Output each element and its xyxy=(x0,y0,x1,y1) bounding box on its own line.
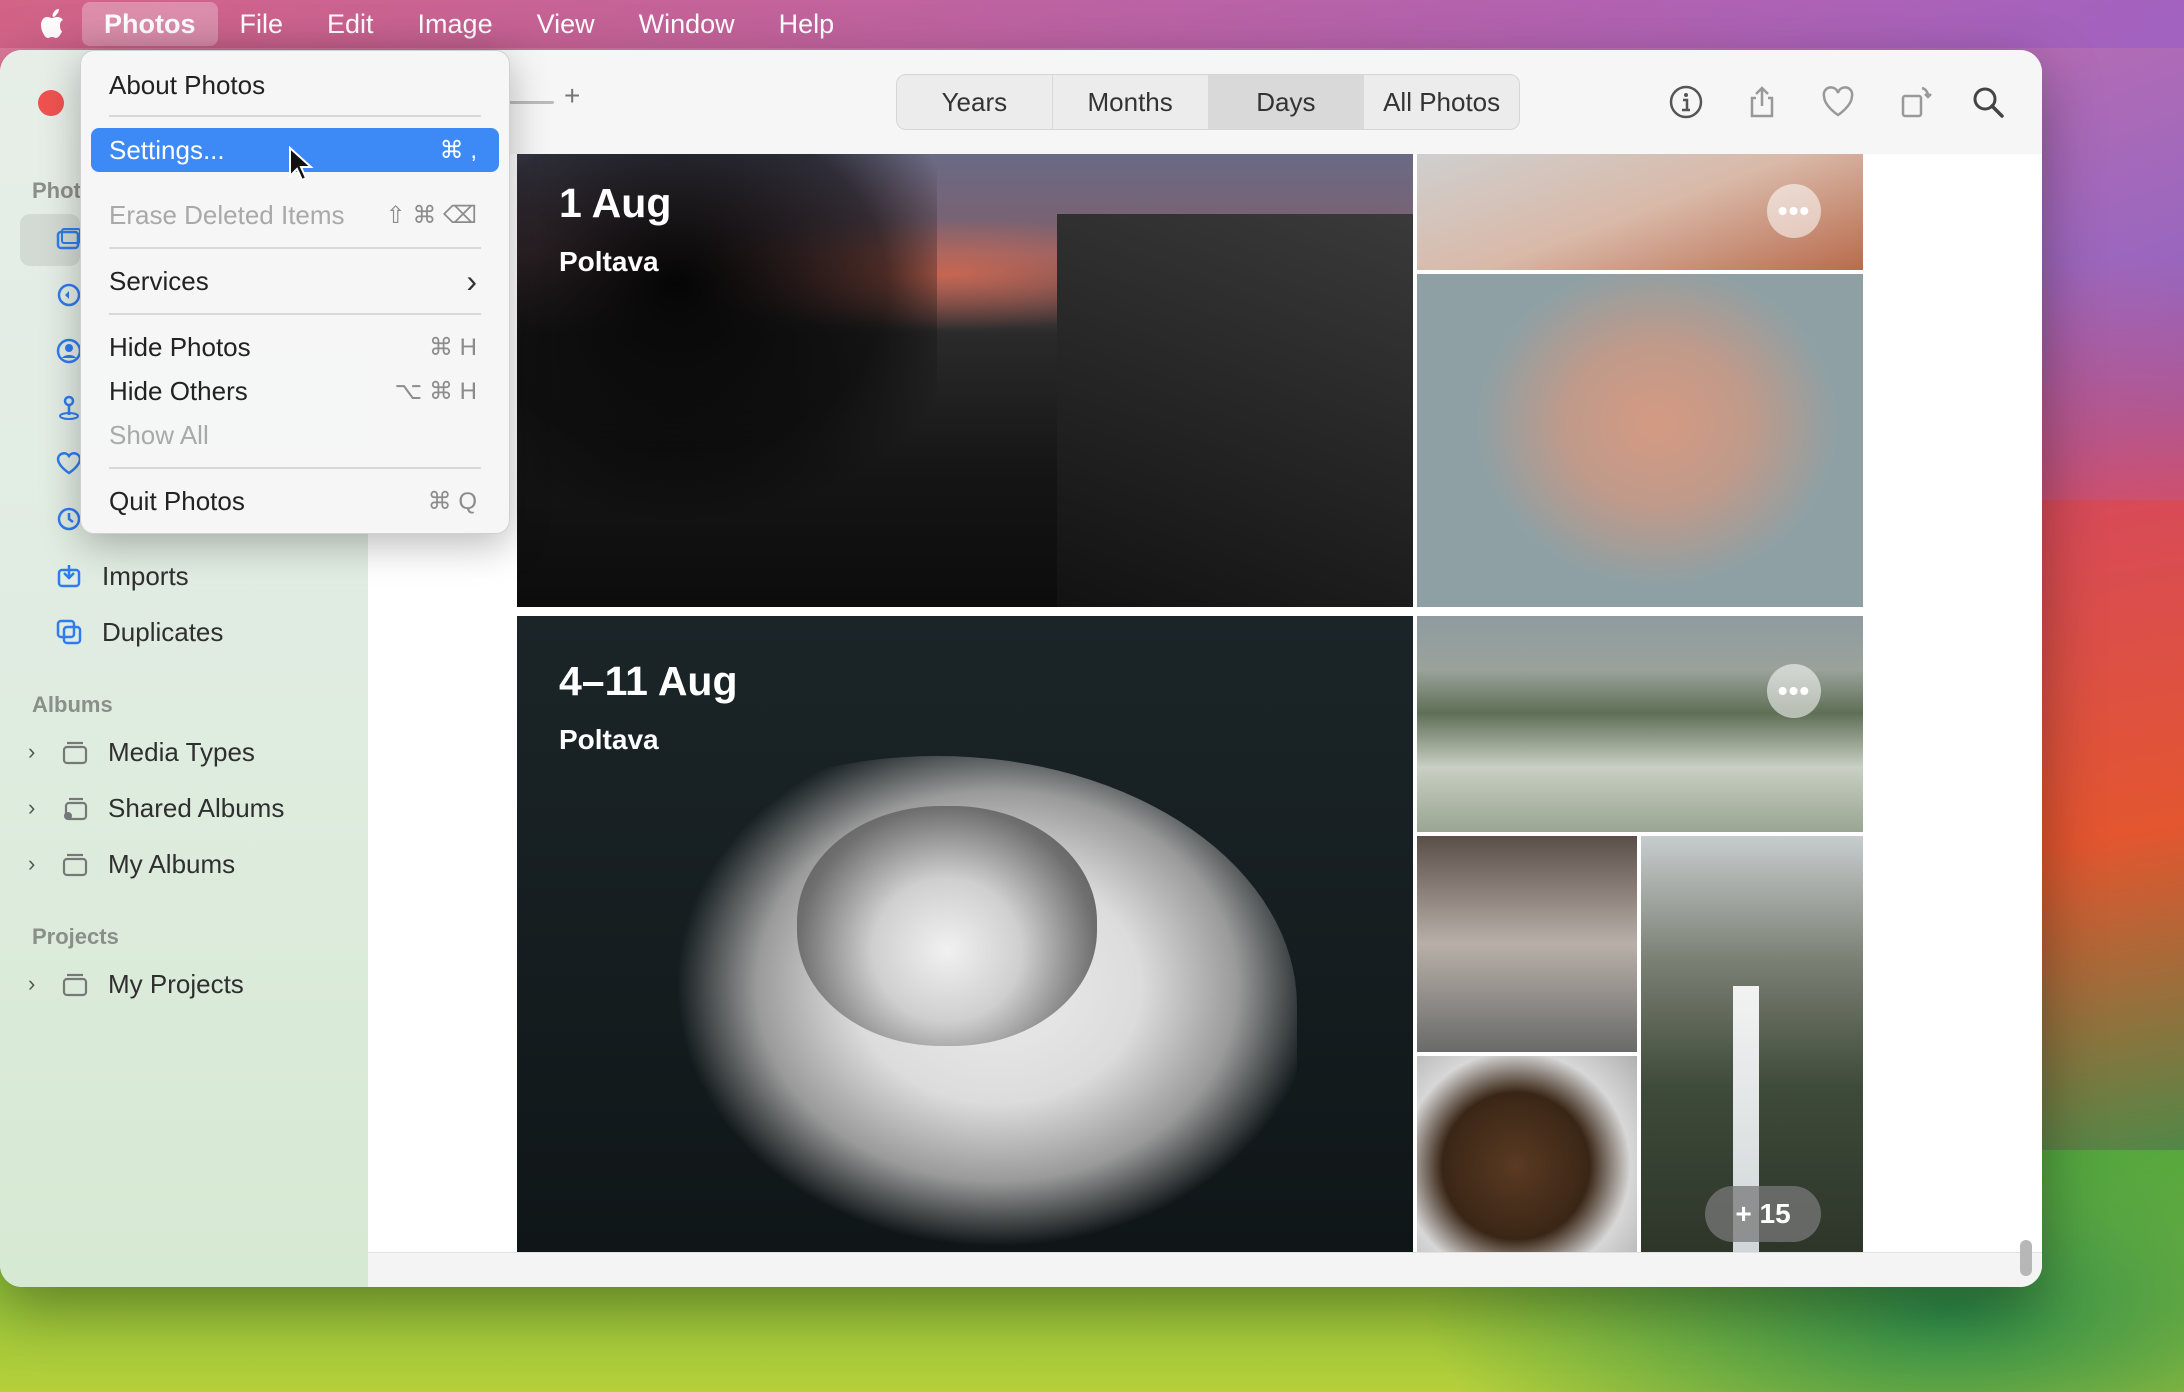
menu-item-shortcut: ⌥ ⌘ H xyxy=(394,377,477,405)
sidebar-item-label: Shared Albums xyxy=(108,792,285,823)
menu-item-about-photos[interactable]: About Photos xyxy=(91,63,499,107)
menu-edit[interactable]: Edit xyxy=(305,0,396,48)
menu-item-shortcut: ⌘ , xyxy=(439,136,477,164)
sidebar-section-photos: Phot xyxy=(32,178,81,203)
sidebar-item-my-albums[interactable]: › My Albums xyxy=(0,840,368,888)
menu-item-erase-deleted[interactable]: Erase Deleted Items ⇧ ⌘ ⌫ xyxy=(91,193,499,237)
day-location: Poltava xyxy=(559,246,659,277)
rotate-icon[interactable] xyxy=(1894,80,1938,124)
album-stack-icon xyxy=(58,735,92,769)
sidebar-section-albums: Albums xyxy=(32,692,113,717)
menu-item-shortcut: ⇧ ⌘ ⌫ xyxy=(385,201,477,229)
day-title: 1 Aug xyxy=(559,180,672,226)
menu-item-label: Settings... xyxy=(109,134,225,165)
chevron-right-icon[interactable]: › xyxy=(28,971,58,997)
menu-item-services[interactable]: Services › xyxy=(91,259,499,303)
toolbar: + Years Months Days All Photos xyxy=(368,50,2042,155)
menu-file[interactable]: File xyxy=(218,0,306,48)
menu-item-label: Show All xyxy=(109,419,209,450)
close-window-button[interactable] xyxy=(38,90,64,116)
sidebar-item-shared-albums[interactable]: › Shared Albums xyxy=(0,784,368,832)
more-photos-count-badge[interactable]: + 15 xyxy=(1705,1186,1821,1242)
photos-app-menu: About Photos Settings... ⌘ , Erase Delet… xyxy=(80,50,510,534)
more-options-button[interactable]: ••• xyxy=(1767,664,1821,718)
menu-window[interactable]: Window xyxy=(617,0,757,48)
photo-thumbnail[interactable] xyxy=(1417,1056,1637,1256)
sidebar-item-label: Duplicates xyxy=(102,616,224,647)
photo-thumbnail[interactable] xyxy=(1417,274,1863,607)
zoom-in-button[interactable]: + xyxy=(564,80,580,112)
photo-thumbnail[interactable]: ••• xyxy=(1417,616,1863,832)
cat-head xyxy=(797,806,1097,1046)
menu-item-shortcut: ⌘ Q xyxy=(427,487,477,515)
menu-item-hide-photos[interactable]: Hide Photos ⌘ H xyxy=(91,325,499,369)
garage-wall xyxy=(1057,214,1413,607)
menu-item-label: Hide Photos xyxy=(109,331,251,362)
vertical-scrollbar[interactable] xyxy=(2020,1240,2032,1276)
sidebar-section-projects: Projects xyxy=(32,924,119,949)
menu-item-label: Hide Others xyxy=(109,375,248,406)
photo-thumbnail-waterfall[interactable]: + 15 xyxy=(1641,836,1863,1256)
view-segmented-control: Years Months Days All Photos xyxy=(896,74,1520,130)
menu-item-shortcut: ⌘ H xyxy=(429,333,477,361)
menu-item-label: About Photos xyxy=(109,69,266,100)
sidebar-item-label: Imports xyxy=(102,560,189,591)
photo-thumbnail[interactable] xyxy=(1417,836,1637,1052)
shared-album-icon xyxy=(58,791,92,825)
album-stack-icon xyxy=(58,847,92,881)
menu-item-hide-others[interactable]: Hide Others ⌥ ⌘ H xyxy=(91,369,499,413)
day-photo-4-11-aug[interactable]: 4–11 Aug Poltava xyxy=(517,616,1413,1256)
project-stack-icon xyxy=(58,967,92,1001)
menu-separator xyxy=(109,247,481,249)
tab-all-photos[interactable]: All Photos xyxy=(1364,75,1519,129)
imports-icon xyxy=(52,559,86,593)
tab-months[interactable]: Months xyxy=(1053,75,1209,129)
chevron-right-icon[interactable]: › xyxy=(28,739,58,765)
menu-bar: Photos File Edit Image View Window Help xyxy=(0,0,2184,48)
more-options-button[interactable]: ••• xyxy=(1767,184,1821,238)
content-footer xyxy=(368,1252,2042,1287)
sidebar-item-duplicates[interactable]: Duplicates xyxy=(0,608,368,656)
chevron-right-icon[interactable]: › xyxy=(28,851,58,877)
duplicates-icon xyxy=(52,615,86,649)
day-location: Poltava xyxy=(559,724,659,755)
sidebar-item-label: My Projects xyxy=(108,968,244,999)
sidebar-item-imports[interactable]: Imports xyxy=(0,552,368,600)
menu-separator xyxy=(109,313,481,315)
day-title: 4–11 Aug xyxy=(559,658,738,704)
menu-item-show-all[interactable]: Show All xyxy=(91,413,499,457)
sidebar-item-label: Media Types xyxy=(108,736,255,767)
chevron-right-icon[interactable]: › xyxy=(28,795,58,821)
zoom-slider[interactable] xyxy=(508,101,554,104)
search-icon[interactable] xyxy=(1966,80,2010,124)
day-photo-1-aug[interactable]: 1 Aug Poltava xyxy=(517,154,1413,607)
apple-menu-icon[interactable] xyxy=(26,0,82,48)
tab-years[interactable]: Years xyxy=(897,75,1053,129)
sidebar-item-label: My Albums xyxy=(108,848,236,879)
tab-days[interactable]: Days xyxy=(1208,75,1365,129)
info-icon[interactable] xyxy=(1664,80,1708,124)
menu-view[interactable]: View xyxy=(515,0,617,48)
chevron-right-icon: › xyxy=(466,262,477,299)
photo-thumbnail[interactable]: ••• xyxy=(1417,154,1863,270)
menu-help[interactable]: Help xyxy=(757,0,857,48)
days-grid: 1 Aug Poltava ••• 4–11 Aug Poltava ••• +… xyxy=(368,154,2042,1287)
favourite-heart-icon[interactable] xyxy=(1816,80,1860,124)
menu-photos[interactable]: Photos xyxy=(82,2,218,46)
sidebar-item-media-types[interactable]: › Media Types xyxy=(0,728,368,776)
share-icon[interactable] xyxy=(1740,80,1784,124)
menu-separator xyxy=(109,467,481,469)
menu-item-label: Quit Photos xyxy=(109,485,245,516)
menu-image[interactable]: Image xyxy=(396,0,515,48)
menu-item-label: Erase Deleted Items xyxy=(109,199,345,230)
menu-item-label: Services xyxy=(109,265,209,296)
menu-item-quit-photos[interactable]: Quit Photos ⌘ Q xyxy=(91,479,499,523)
mouse-pointer-icon xyxy=(288,145,314,187)
sidebar-item-my-projects[interactable]: › My Projects xyxy=(0,960,368,1008)
menu-separator xyxy=(109,115,481,117)
